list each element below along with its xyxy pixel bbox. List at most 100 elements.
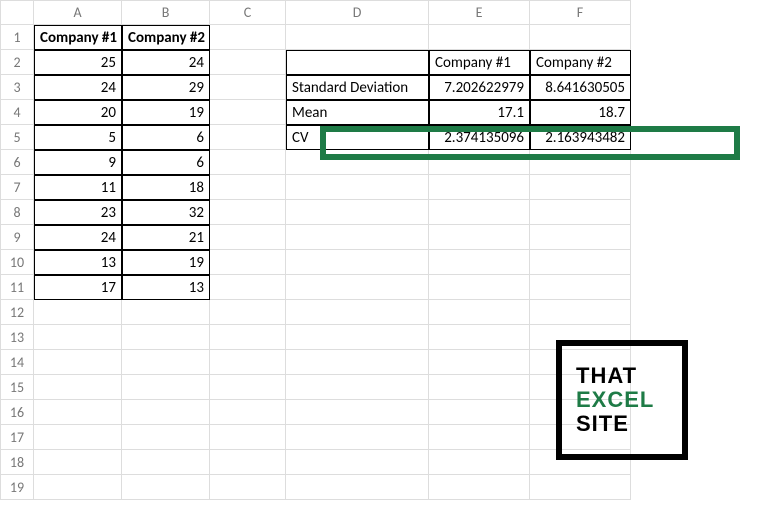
cell[interactable]	[286, 475, 429, 500]
row-header[interactable]: 15	[0, 375, 34, 400]
cell[interactable]	[34, 425, 122, 450]
row-header[interactable]: 16	[0, 400, 34, 425]
cell[interactable]	[34, 350, 122, 375]
cell[interactable]	[286, 200, 429, 225]
cell[interactable]	[210, 400, 286, 425]
cell[interactable]	[34, 450, 122, 475]
cell[interactable]: Mean	[286, 100, 429, 125]
cell[interactable]	[530, 150, 631, 175]
cell[interactable]	[34, 400, 122, 425]
cell[interactable]: Company #2	[530, 50, 631, 75]
cell[interactable]: Company #1	[429, 50, 530, 75]
cell[interactable]: 2.374135096	[429, 125, 530, 150]
cell[interactable]	[429, 275, 530, 300]
cell[interactable]	[34, 375, 122, 400]
column-header[interactable]: C	[210, 0, 286, 25]
row-header[interactable]: 4	[0, 100, 34, 125]
cell[interactable]	[210, 375, 286, 400]
column-header[interactable]: B	[122, 0, 210, 25]
cell[interactable]	[286, 375, 429, 400]
row-header[interactable]: 9	[0, 225, 34, 250]
cell[interactable]	[210, 300, 286, 325]
row-header[interactable]: 6	[0, 150, 34, 175]
cell[interactable]: 32	[122, 200, 210, 225]
cell[interactable]	[286, 50, 429, 75]
row-header[interactable]: 1	[0, 25, 34, 50]
cell[interactable]	[429, 175, 530, 200]
cell[interactable]	[530, 475, 631, 500]
cell[interactable]: 6	[122, 150, 210, 175]
cell[interactable]	[286, 275, 429, 300]
cell[interactable]	[122, 375, 210, 400]
row-header[interactable]: 12	[0, 300, 34, 325]
cell[interactable]	[122, 300, 210, 325]
cell[interactable]	[429, 300, 530, 325]
column-header[interactable]: F	[530, 0, 631, 25]
cell[interactable]: 18.7	[530, 100, 631, 125]
cell[interactable]	[210, 450, 286, 475]
cell[interactable]	[530, 175, 631, 200]
cell[interactable]	[530, 200, 631, 225]
cell[interactable]	[122, 350, 210, 375]
cell[interactable]	[210, 350, 286, 375]
cell[interactable]	[429, 450, 530, 475]
cell[interactable]	[34, 475, 122, 500]
cell[interactable]	[210, 250, 286, 275]
cell[interactable]	[210, 275, 286, 300]
cell[interactable]: CV	[286, 125, 429, 150]
cell[interactable]	[122, 425, 210, 450]
cell[interactable]	[429, 225, 530, 250]
cell[interactable]	[286, 400, 429, 425]
row-header[interactable]: 10	[0, 250, 34, 275]
cell[interactable]	[210, 75, 286, 100]
cell[interactable]: Company #1	[34, 25, 122, 50]
column-header[interactable]: E	[429, 0, 530, 25]
row-header[interactable]: 11	[0, 275, 34, 300]
cell[interactable]: 20	[34, 100, 122, 125]
cell[interactable]: 8.641630505	[530, 75, 631, 100]
cell[interactable]	[122, 450, 210, 475]
cell[interactable]	[530, 250, 631, 275]
cell[interactable]	[210, 125, 286, 150]
cell[interactable]	[429, 350, 530, 375]
row-header[interactable]: 14	[0, 350, 34, 375]
cell[interactable]	[210, 175, 286, 200]
cell[interactable]	[286, 350, 429, 375]
cell[interactable]	[210, 325, 286, 350]
cell[interactable]: 19	[122, 250, 210, 275]
cell[interactable]: 19	[122, 100, 210, 125]
cell[interactable]	[429, 425, 530, 450]
row-header[interactable]: 5	[0, 125, 34, 150]
cell[interactable]	[530, 300, 631, 325]
cell[interactable]	[122, 475, 210, 500]
row-header[interactable]: 2	[0, 50, 34, 75]
cell[interactable]: 9	[34, 150, 122, 175]
cell[interactable]: 24	[34, 225, 122, 250]
cell[interactable]: 24	[34, 75, 122, 100]
cell[interactable]: 18	[122, 175, 210, 200]
cell[interactable]	[122, 325, 210, 350]
cell[interactable]: 2.163943482	[530, 125, 631, 150]
row-header[interactable]: 8	[0, 200, 34, 225]
cell[interactable]	[210, 425, 286, 450]
row-header[interactable]: 7	[0, 175, 34, 200]
cell[interactable]	[210, 25, 286, 50]
cell[interactable]	[34, 325, 122, 350]
cell[interactable]	[286, 175, 429, 200]
cell[interactable]: 25	[34, 50, 122, 75]
row-header[interactable]: 19	[0, 475, 34, 500]
cell[interactable]: 17.1	[429, 100, 530, 125]
cell[interactable]	[210, 50, 286, 75]
cell[interactable]	[429, 475, 530, 500]
cell[interactable]	[286, 325, 429, 350]
cell[interactable]	[429, 375, 530, 400]
cell[interactable]: 24	[122, 50, 210, 75]
cell[interactable]	[34, 300, 122, 325]
cell[interactable]: 13	[34, 250, 122, 275]
cell[interactable]: 29	[122, 75, 210, 100]
cell[interactable]	[286, 425, 429, 450]
cell[interactable]	[530, 225, 631, 250]
row-header[interactable]: 13	[0, 325, 34, 350]
row-header[interactable]: 18	[0, 450, 34, 475]
cell[interactable]	[286, 25, 429, 50]
